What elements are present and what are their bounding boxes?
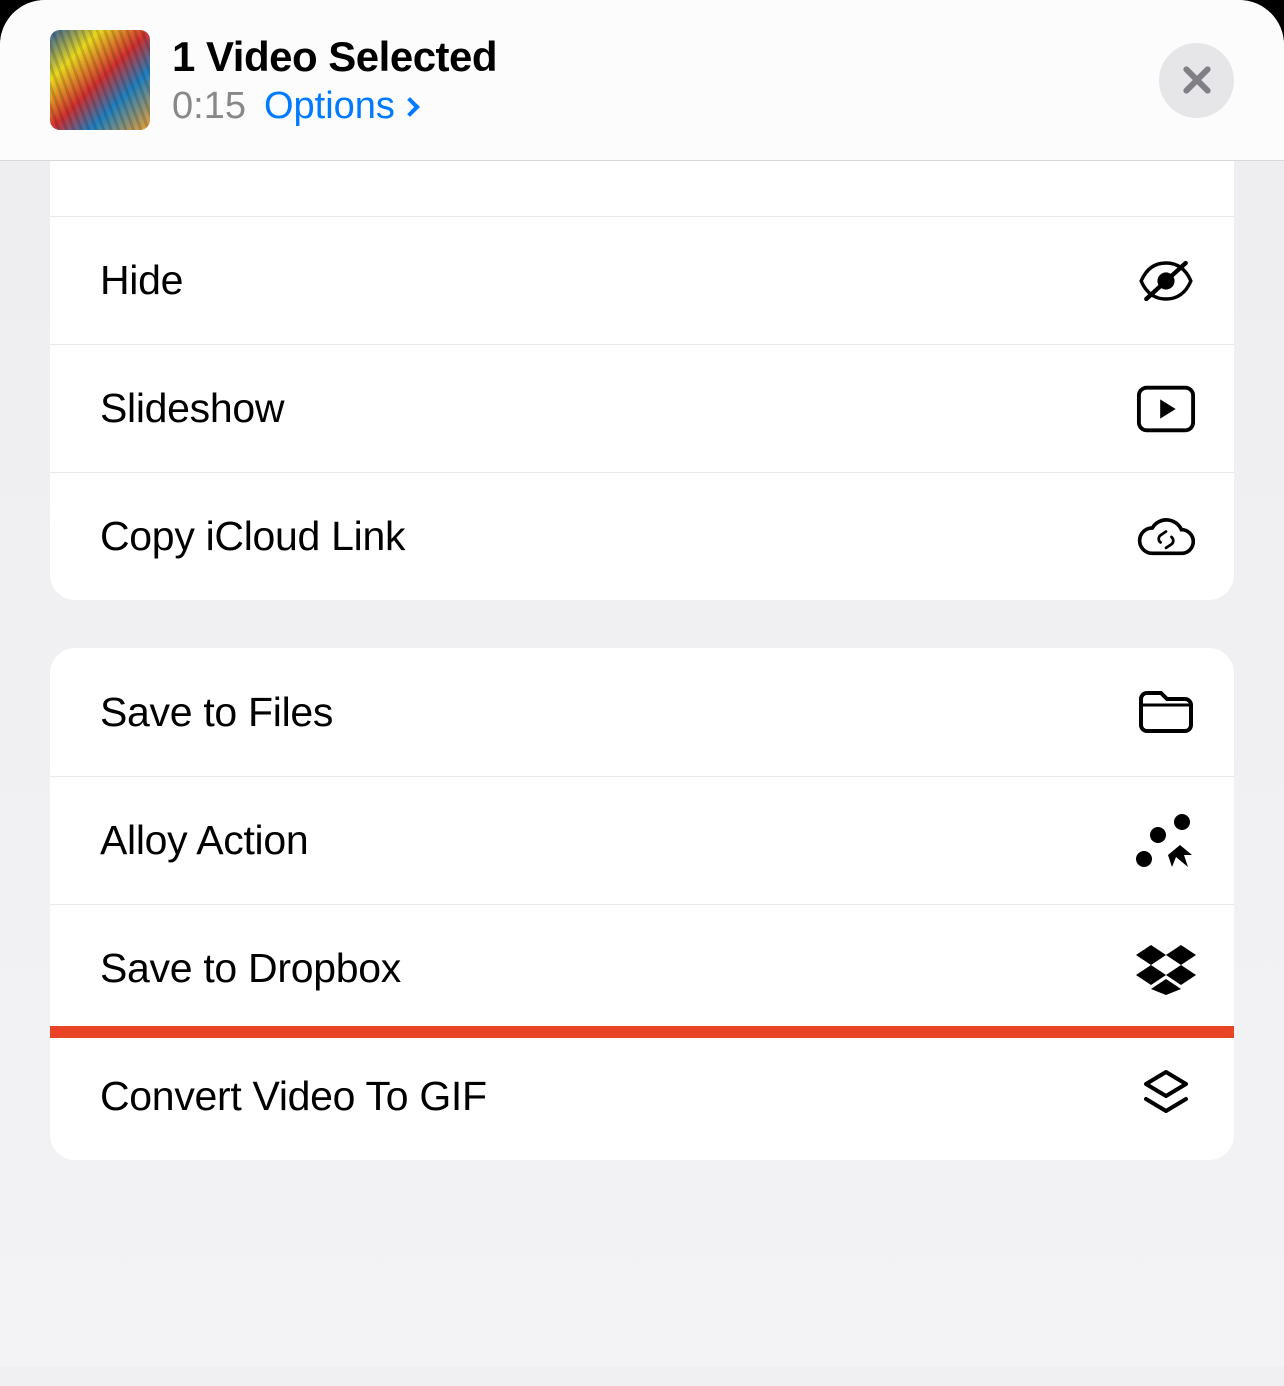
save-to-files-row[interactable]: Save to Files xyxy=(50,648,1234,776)
options-label: Options xyxy=(264,85,395,128)
folder-icon xyxy=(1136,682,1196,742)
slideshow-label: Slideshow xyxy=(100,385,1136,432)
cloud-link-icon xyxy=(1136,507,1196,567)
convert-video-to-gif-label: Convert Video To GIF xyxy=(100,1073,1136,1120)
save-to-dropbox-row[interactable]: Save to Dropbox xyxy=(50,904,1234,1032)
selection-title: 1 Video Selected xyxy=(172,33,1139,81)
hide-row[interactable]: Hide xyxy=(50,216,1234,344)
slideshow-row[interactable]: Slideshow xyxy=(50,344,1234,472)
alloy-action-label: Alloy Action xyxy=(100,817,1136,864)
save-to-dropbox-label: Save to Dropbox xyxy=(100,945,1136,992)
close-button[interactable] xyxy=(1159,43,1234,118)
save-to-files-label: Save to Files xyxy=(100,689,1136,736)
play-rect-icon xyxy=(1136,379,1196,439)
video-duration: 0:15 xyxy=(172,85,246,128)
options-link[interactable]: Options xyxy=(264,85,417,128)
alloy-action-row[interactable]: Alloy Action xyxy=(50,776,1234,904)
copy-icloud-link-row[interactable]: Copy iCloud Link xyxy=(50,472,1234,600)
chevron-right-icon xyxy=(400,97,420,117)
dropbox-icon xyxy=(1136,939,1196,999)
duplicate-icon xyxy=(1136,161,1196,163)
actions-list: Duplicate Hide xyxy=(0,161,1284,1367)
video-thumbnail[interactable] xyxy=(50,30,150,130)
sheet-header: 1 Video Selected 0:15 Options xyxy=(0,0,1284,161)
convert-video-to-gif-row[interactable]: Convert Video To GIF xyxy=(50,1032,1234,1160)
share-sheet: 1 Video Selected 0:15 Options Duplicate xyxy=(0,0,1284,1386)
alloy-icon xyxy=(1136,811,1196,871)
copy-icloud-link-label: Copy iCloud Link xyxy=(100,513,1136,560)
shortcuts-icon xyxy=(1136,1067,1196,1127)
header-text: 1 Video Selected 0:15 Options xyxy=(172,33,1139,128)
hide-label: Hide xyxy=(100,257,1136,304)
action-group-2: Save to Files Alloy Action xyxy=(50,648,1234,1160)
action-group-1: Duplicate Hide xyxy=(50,161,1234,600)
duplicate-row[interactable]: Duplicate xyxy=(50,161,1234,216)
hide-icon xyxy=(1136,251,1196,311)
close-icon xyxy=(1181,64,1213,96)
subtitle-row: 0:15 Options xyxy=(172,85,1139,128)
